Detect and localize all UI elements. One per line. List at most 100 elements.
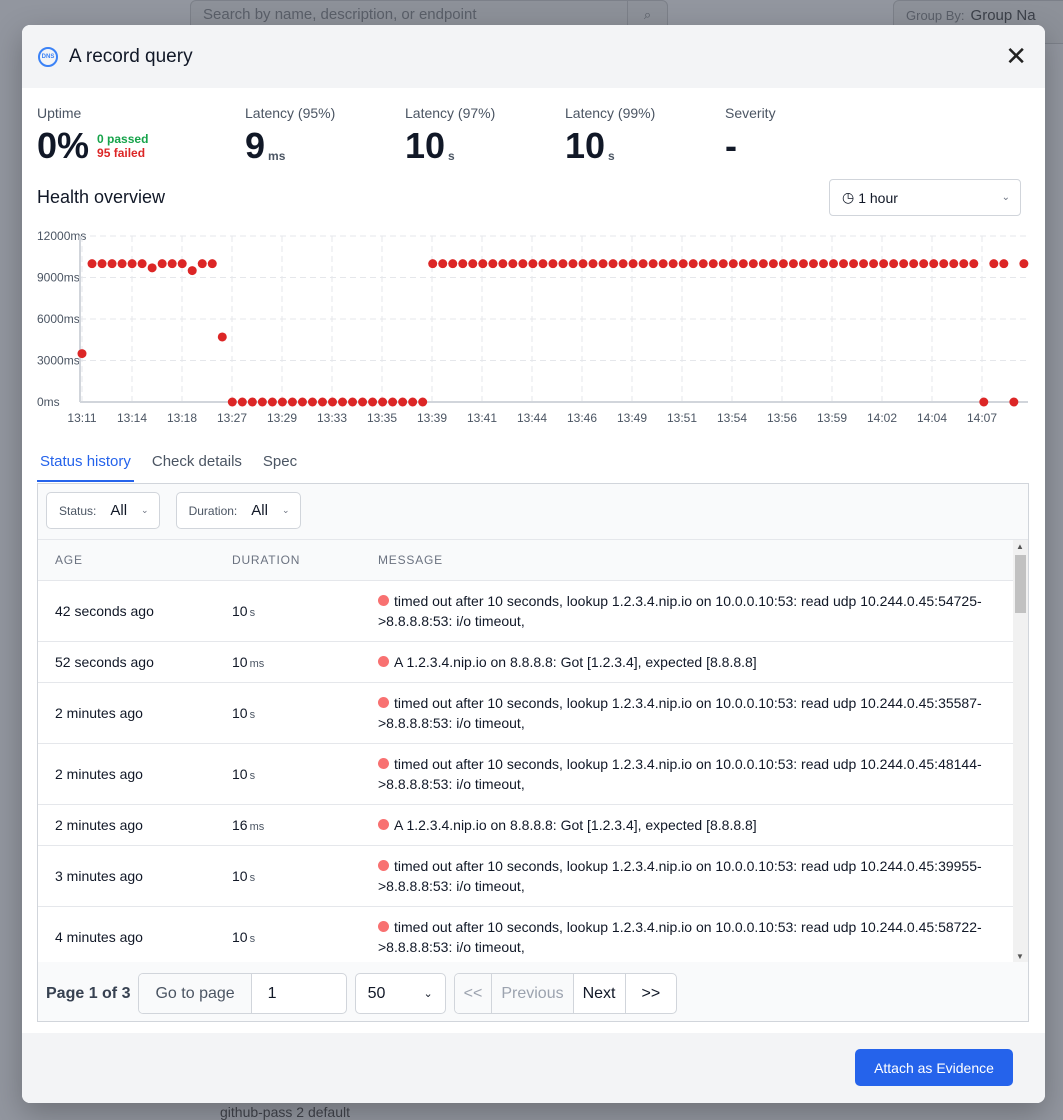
data-point [688, 259, 698, 269]
status-failed-icon [378, 921, 389, 932]
data-point [1009, 397, 1019, 407]
status-failed-icon [378, 656, 389, 667]
status-filter[interactable]: Status: All ⌄ [46, 492, 160, 529]
table-row[interactable]: 2 minutes ago 16 ms A 1.2.3.4.nip.io on 8… [38, 805, 1028, 846]
stat-value: 10 [565, 125, 606, 166]
data-point [949, 259, 959, 269]
duration-filter[interactable]: Duration: All ⌄ [175, 492, 301, 529]
x-tick-label: 13:14 [117, 411, 147, 425]
data-point [548, 259, 558, 269]
stat-unit: s [608, 149, 615, 163]
stat-value: 0% [37, 125, 90, 166]
page-size-select[interactable]: 50 ⌄ [354, 973, 446, 1014]
filter-label: Duration: [188, 503, 238, 518]
scroll-down-icon[interactable]: ▼ [1016, 952, 1024, 961]
column-message[interactable]: MESSAGE [378, 550, 998, 570]
data-point [137, 259, 147, 269]
column-age[interactable]: AGE [38, 553, 232, 567]
stat-uptime: Uptime 0% 0 passed 95 failed [37, 105, 148, 167]
status-failed-icon [378, 697, 389, 708]
data-point [117, 259, 127, 269]
row-age: 2 minutes ago [55, 705, 143, 721]
row-age: 3 minutes ago [55, 868, 143, 884]
dns-icon: DNS [38, 46, 58, 67]
stat-severity: Severity - [725, 105, 776, 167]
table-row[interactable]: 42 seconds ago 10 s timed out after 10 se… [38, 581, 1028, 642]
tab-status-history[interactable]: Status history [37, 453, 134, 482]
row-age: 4 minutes ago [55, 929, 143, 945]
health-chart: 12000ms 9000ms 6000ms 3000ms 0ms 13:11 13:14 13… [37, 229, 1029, 425]
data-point [368, 397, 378, 407]
data-point [808, 259, 818, 269]
modal-header: DNS A record query ✕ [22, 25, 1045, 88]
data-point [648, 259, 658, 269]
data-point [257, 397, 267, 407]
data-point [628, 259, 638, 269]
row-duration: 10 ms [232, 654, 378, 670]
passed-count: 0 passed [97, 132, 149, 146]
page-indicator: Page 1 of 3 [46, 984, 131, 1002]
data-point [317, 397, 327, 407]
data-point [167, 259, 177, 269]
stat-label: Uptime [37, 105, 82, 121]
data-point [638, 259, 648, 269]
status-failed-icon [378, 860, 389, 871]
scrollbar-thumb[interactable] [1015, 555, 1026, 613]
table-row[interactable]: 2 minutes ago 10 s timed out after 10 sec… [38, 683, 1028, 744]
page-size-value: 50 [367, 984, 386, 1002]
data-point [488, 259, 498, 269]
data-point [448, 259, 458, 269]
table-scrollbar[interactable]: ▲ ▼ [1013, 540, 1028, 962]
data-point [668, 259, 678, 269]
time-range-select[interactable]: ◷ 1 hour ⌄ [829, 179, 1021, 216]
message-text: timed out after 10 seconds, lookup 1.2.3… [378, 919, 982, 955]
data-point [177, 259, 187, 269]
filter-label: Status: [59, 503, 97, 518]
row-duration: 10 s [232, 766, 378, 782]
y-tick-label: 12000ms [37, 229, 86, 243]
scroll-up-icon[interactable]: ▲ [1016, 542, 1024, 551]
row-message: timed out after 10 seconds, lookup 1.2.3… [378, 591, 998, 631]
data-point [909, 259, 919, 269]
x-tick-label: 13:27 [217, 411, 247, 425]
table-row[interactable]: 52 seconds ago 10 ms A 1.2.3.4.nip.io on … [38, 642, 1028, 683]
data-point [438, 259, 448, 269]
table-row[interactable]: 4 minutes ago 10 s timed out after 10 sec… [38, 907, 1028, 962]
filter-value: All [251, 502, 268, 519]
go-to-page-input[interactable]: 1 [252, 974, 346, 1013]
tab-check-details[interactable]: Check details [149, 453, 245, 482]
row-duration: 10 s [232, 868, 378, 884]
last-page-button[interactable]: >> [626, 974, 677, 1013]
table-row[interactable]: 2 minutes ago 10 s timed out after 10 sec… [38, 744, 1028, 805]
data-point [718, 259, 728, 269]
data-point [1019, 259, 1029, 269]
message-text: timed out after 10 seconds, lookup 1.2.3… [378, 695, 982, 731]
first-page-button[interactable]: << [454, 974, 493, 1013]
tab-spec[interactable]: Spec [260, 453, 300, 482]
data-point [588, 259, 598, 269]
x-tick-label: 13:56 [767, 411, 797, 425]
duration-value: 10 [232, 929, 248, 945]
data-point [578, 259, 588, 269]
stat-value: - [725, 125, 737, 166]
next-page-button[interactable]: Next [574, 974, 626, 1013]
chevron-down-icon: ⌄ [1001, 192, 1010, 203]
table-row[interactable]: 3 minutes ago 10 s timed out after 10 sec… [38, 846, 1028, 907]
data-point [859, 259, 869, 269]
data-point [999, 259, 1009, 269]
chevron-down-icon: ⌄ [281, 505, 290, 515]
data-point [277, 397, 287, 407]
x-tick-label: 13:18 [167, 411, 197, 425]
data-point [698, 259, 708, 269]
column-duration[interactable]: DURATION [232, 553, 378, 567]
message-text: timed out after 10 seconds, lookup 1.2.3… [378, 593, 982, 629]
attach-as-evidence-button[interactable]: Attach as Evidence [855, 1049, 1013, 1086]
stat-value: 10 [405, 125, 446, 166]
previous-page-button[interactable]: Previous [492, 974, 574, 1013]
close-icon[interactable]: ✕ [1005, 43, 1027, 69]
data-point [598, 259, 608, 269]
data-point [678, 259, 688, 269]
data-point [237, 397, 247, 407]
data-point [217, 332, 227, 342]
status-failed-icon [378, 819, 389, 830]
